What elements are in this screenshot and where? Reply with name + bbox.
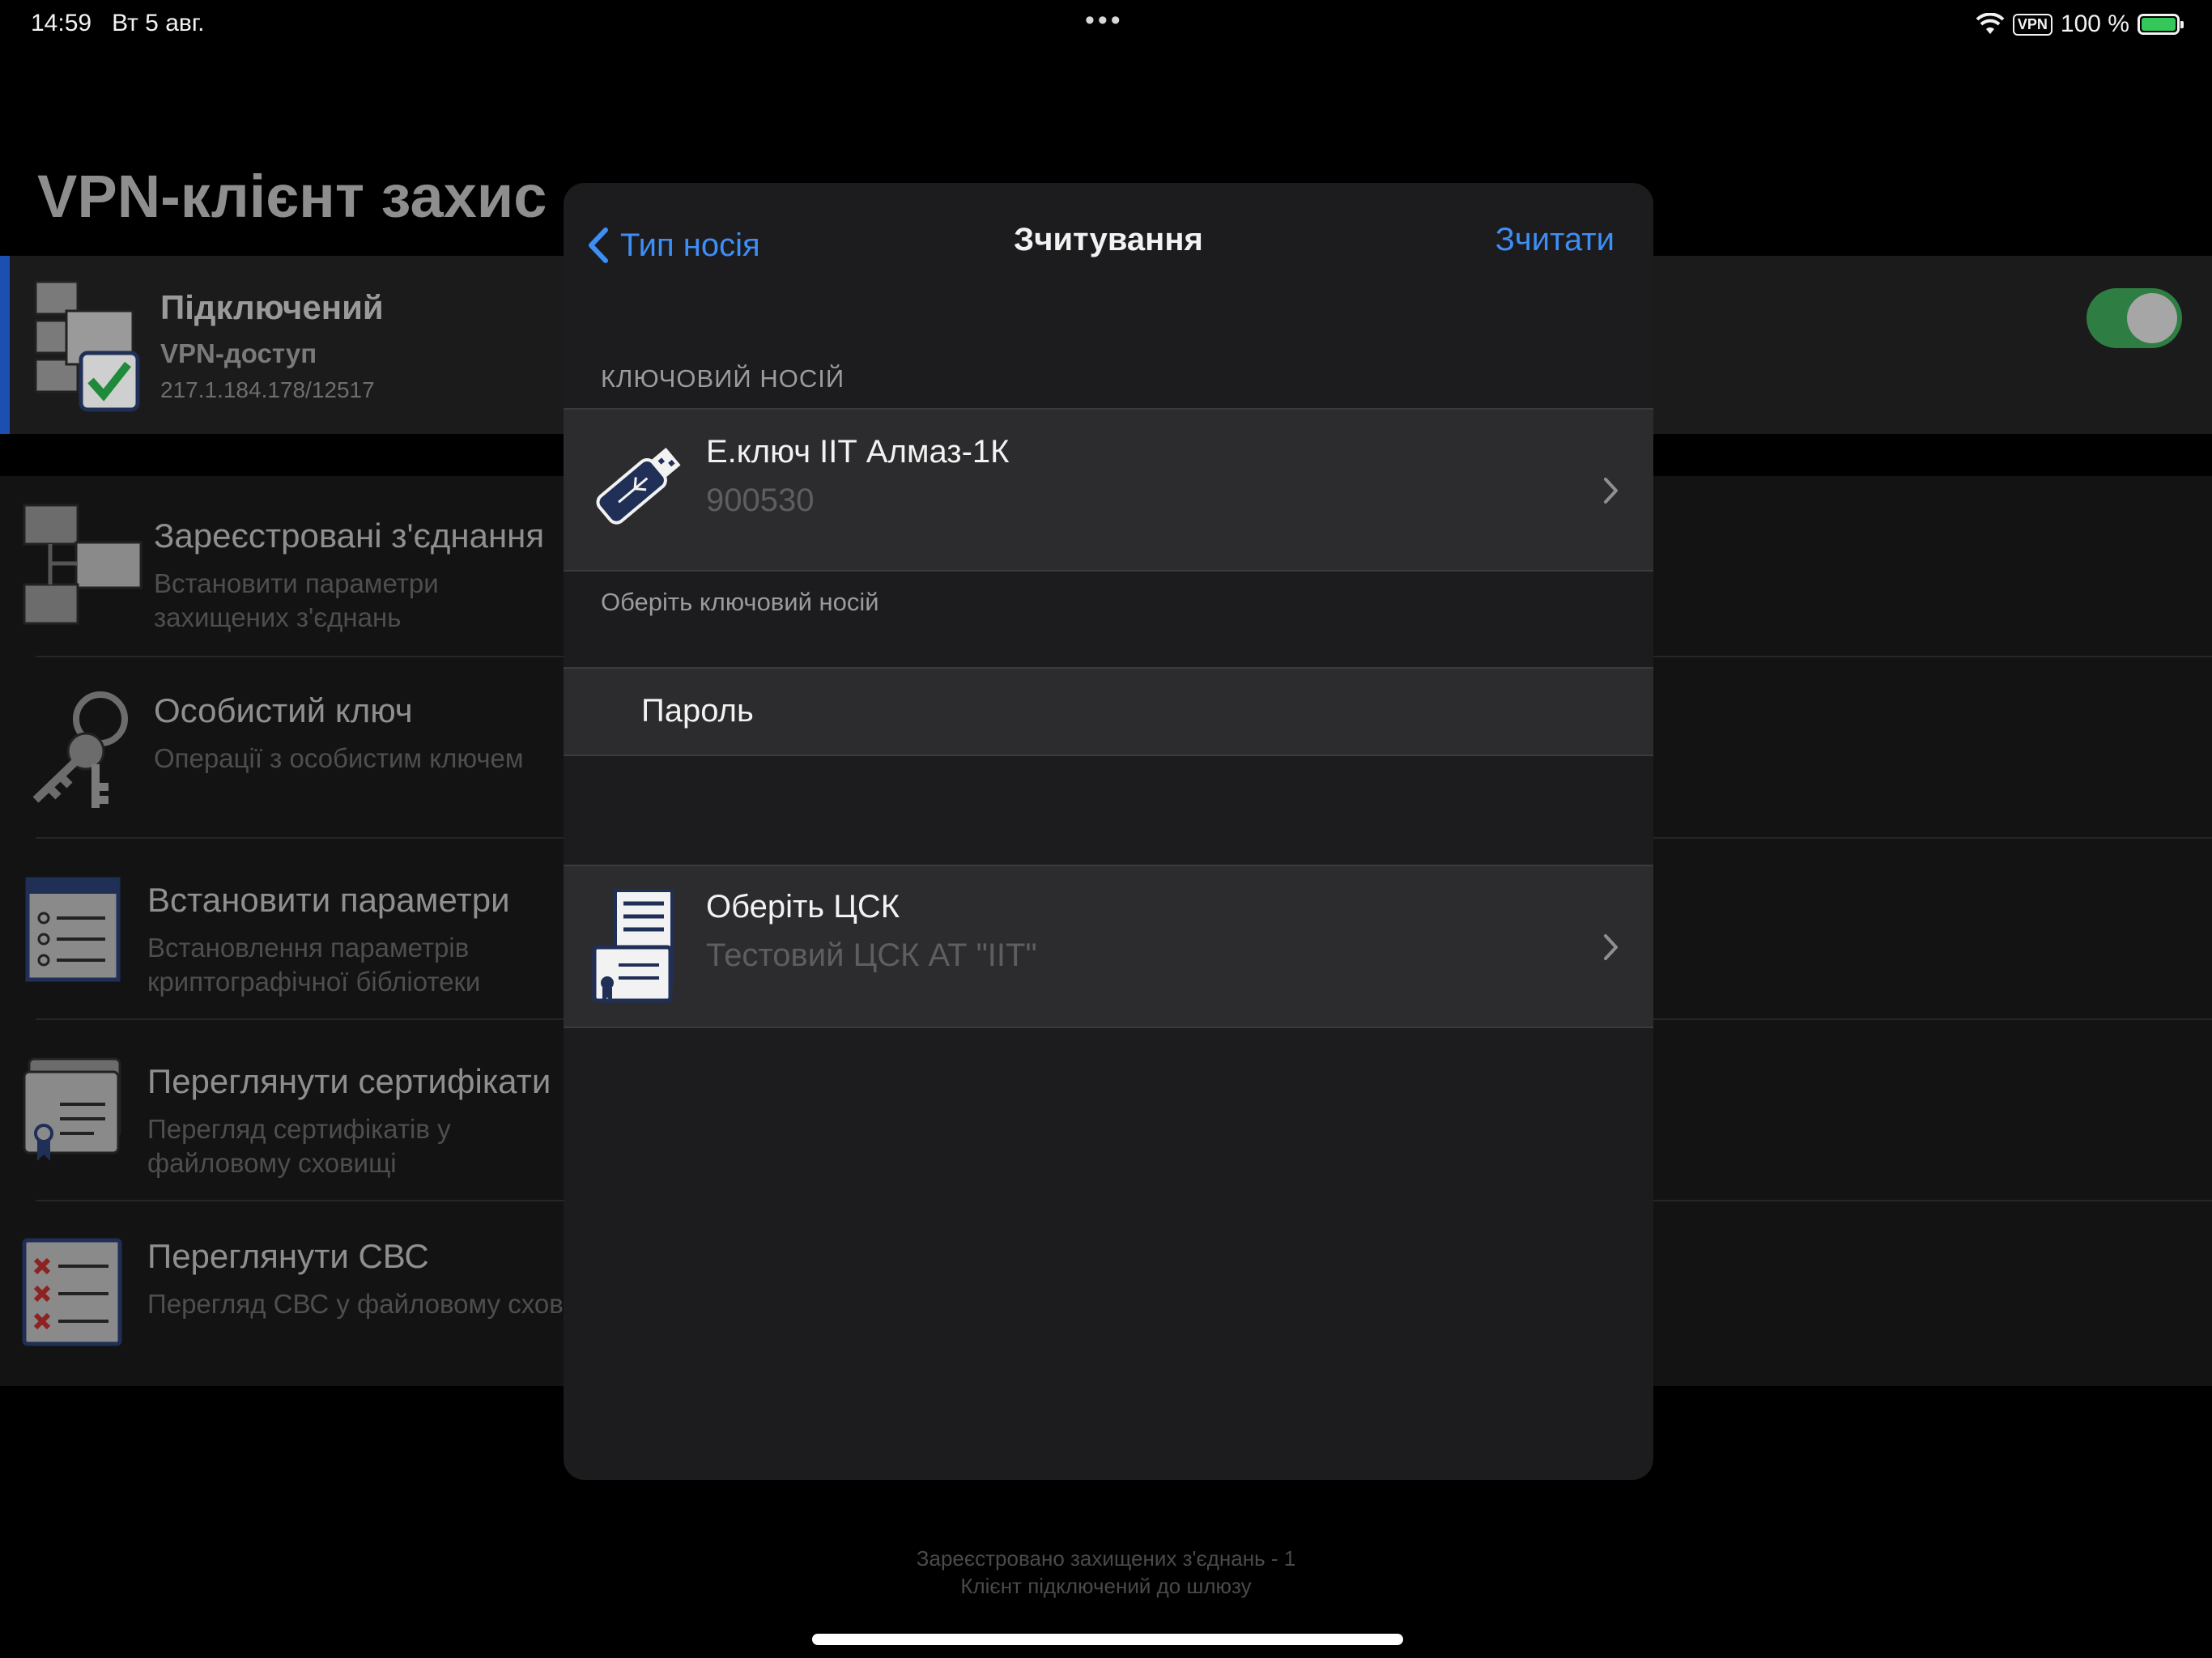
connection-type: VPN-доступ <box>160 338 317 368</box>
connection-name: Підключений <box>160 288 384 326</box>
footer-connections-count: Зареєстровано захищених з'єднань - 1 <box>916 1546 1296 1571</box>
footer-gateway-status: Клієнт підключений до шлюзу <box>960 1574 1252 1598</box>
settings-list-icon <box>25 877 121 982</box>
password-field[interactable]: Пароль <box>564 669 1653 755</box>
battery-percent: 100 % <box>2060 11 2129 37</box>
menu-item-subtitle: Перегляд СВС у файловому сховищі <box>147 1289 606 1319</box>
usb-key-icon <box>596 448 681 525</box>
keys-icon <box>32 691 128 808</box>
menu-item-subtitle: Операції з особистим ключем <box>154 743 524 773</box>
connection-toggle[interactable] <box>2087 288 2182 348</box>
connected-computers-icon <box>34 280 140 412</box>
row-divider <box>564 570 1653 572</box>
modal-title: Зчитування <box>1014 222 1203 257</box>
ca-server-icon <box>592 889 674 1003</box>
section-header-key-device: КЛЮЧОВИЙ НОСІЙ <box>601 364 845 393</box>
key-device-name: Е.ключ ІІТ Алмаз-1К <box>706 434 1010 470</box>
menu-item-view-crl[interactable]: Переглянути СВС Перегляд СВС у файловому… <box>0 1201 606 1383</box>
key-device-serial: 900530 <box>706 483 815 518</box>
menu-item-registered-connections[interactable]: Зареєстровані з'єднання Встановити парам… <box>0 476 567 657</box>
wifi-icon <box>1976 13 2005 34</box>
connection-active-bar <box>0 256 10 434</box>
key-device-row[interactable]: Е.ключ ІІТ Алмаз-1К 900530 <box>564 410 1653 570</box>
ca-select-value: Тестовий ЦСК АТ "ІІТ" <box>706 937 1037 973</box>
password-label: Пароль <box>641 693 754 729</box>
toggle-knob <box>2127 293 2177 343</box>
chevron-right-icon <box>1604 478 1618 504</box>
menu-item-title: Особистий ключ <box>154 691 413 729</box>
menu-item-subtitle: Встановити параметри <box>154 568 439 598</box>
certificates-icon <box>23 1057 121 1161</box>
menu-item-title: Зареєстровані з'єднання <box>154 517 545 555</box>
vpn-badge: VPN <box>2012 13 2052 36</box>
row-divider <box>564 755 1653 756</box>
menu-item-title: Встановити параметри <box>147 881 510 919</box>
menu-item-subtitle: захищених з'єднань <box>154 602 402 632</box>
status-indicators: VPN 100 % <box>1976 8 2184 40</box>
menu-item-subtitle: криптографічної бібліотеки <box>147 967 481 997</box>
ca-select-row[interactable]: Оберіть ЦСК Тестовий ЦСК АТ "ІІТ" <box>564 866 1653 1027</box>
menu-item-title: Переглянути СВС <box>147 1237 429 1275</box>
menu-item-private-key[interactable]: Особистий ключ Операції з особистим ключ… <box>0 657 567 839</box>
menu-item-view-certificates[interactable]: Переглянути сертифікати Перегляд сертифі… <box>0 1020 567 1201</box>
connection-address: 217.1.184.178/12517 <box>160 377 375 402</box>
ca-select-title: Оберіть ЦСК <box>706 889 900 925</box>
menu-item-title: Переглянути сертифікати <box>147 1062 551 1100</box>
read-key-modal: Тип носія Зчитування Зчитати КЛЮЧОВИЙ НО… <box>564 183 1653 1480</box>
network-computers-icon <box>23 504 143 625</box>
status-time: 14:59 Вт 5 авг. <box>31 10 205 36</box>
row-divider <box>564 1027 1653 1028</box>
revoked-list-icon <box>22 1238 122 1346</box>
home-indicator[interactable] <box>812 1634 1403 1645</box>
battery-icon <box>2138 14 2184 35</box>
menu-item-subtitle: Перегляд сертифікатів у <box>147 1114 451 1144</box>
menu-item-subtitle: Встановлення параметрів <box>147 933 470 963</box>
status-date: Вт 5 авг. <box>112 10 205 36</box>
page-title: VPN-клієнт захис <box>37 163 547 230</box>
multitasking-dots[interactable]: ••• <box>1085 5 1124 36</box>
menu-item-subtitle: файловому сховищі <box>147 1148 397 1178</box>
read-button[interactable]: Зчитати <box>1495 222 1614 258</box>
status-bar: 14:59 Вт 5 авг. ••• VPN 100 % <box>0 0 2212 49</box>
chevron-right-icon <box>1604 934 1618 960</box>
key-device-hint: Оберіть ключовий носій <box>601 588 879 616</box>
menu-item-set-parameters[interactable]: Встановити параметри Встановлення параме… <box>0 839 567 1020</box>
